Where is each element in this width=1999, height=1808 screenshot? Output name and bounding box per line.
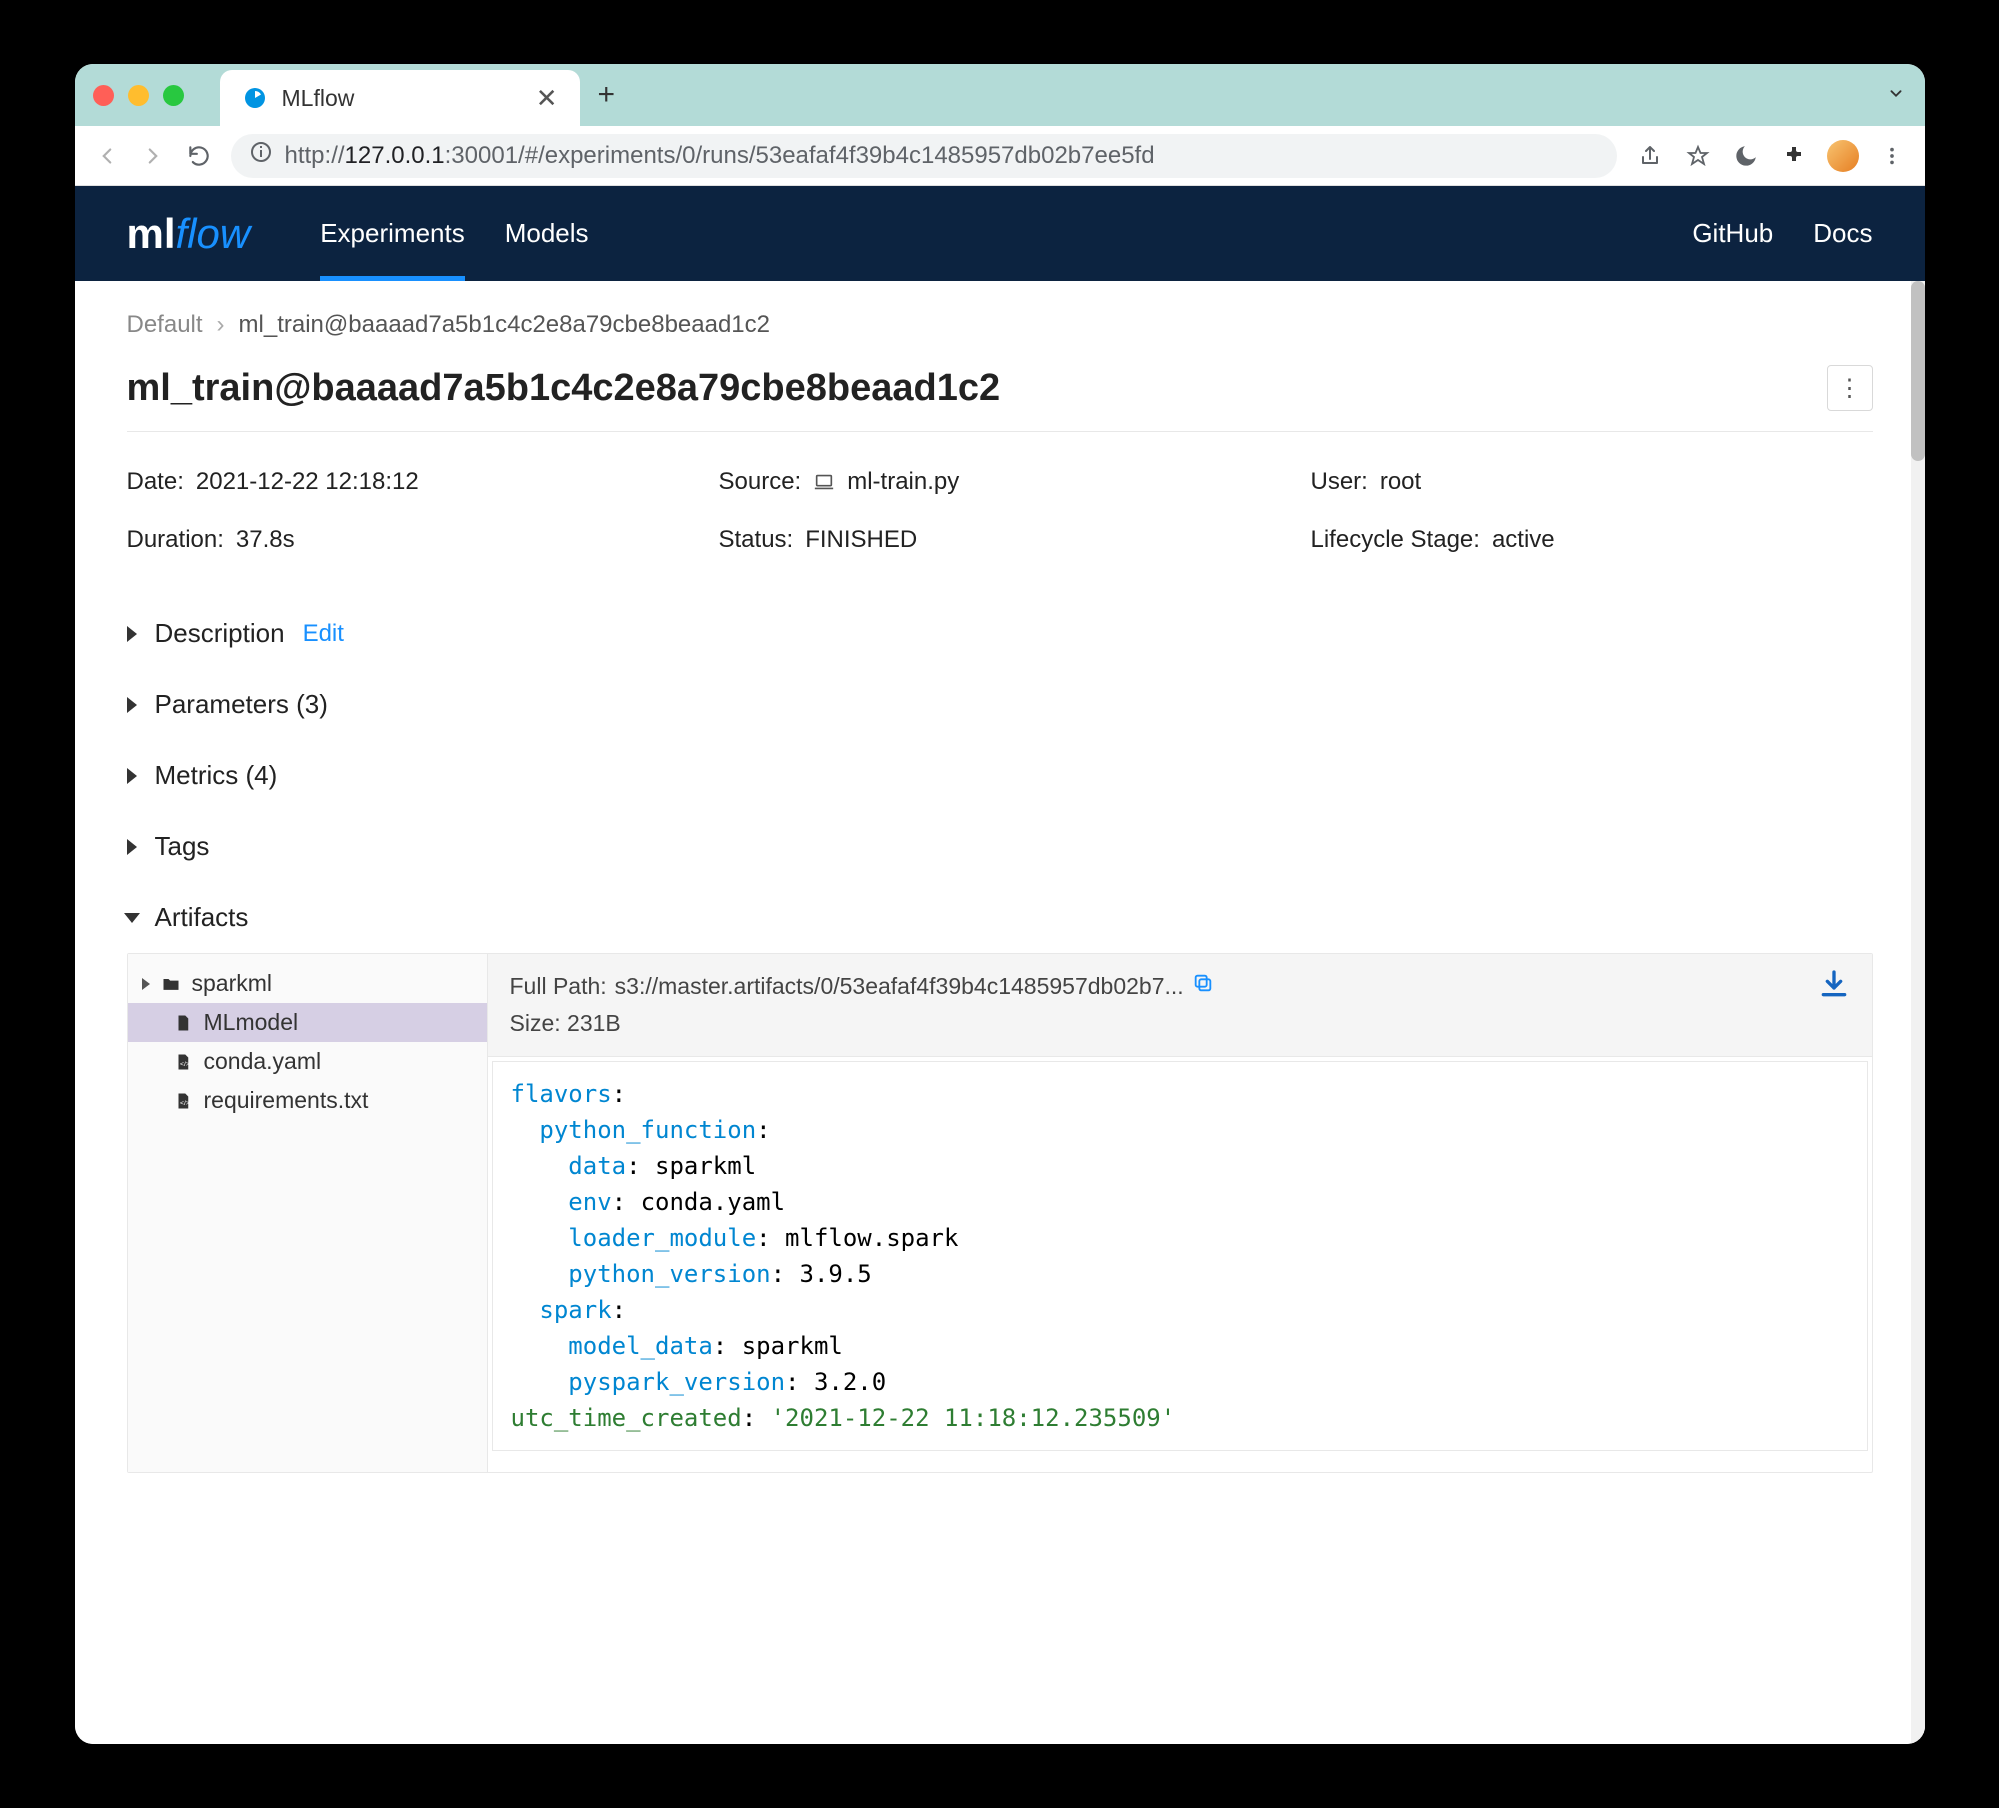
- app-header: mlflow Experiments Models GitHub Docs: [75, 186, 1925, 281]
- caret-right-icon[interactable]: [127, 768, 137, 784]
- svg-text:</>: </>: [180, 1099, 190, 1106]
- bookmark-icon[interactable]: [1683, 141, 1713, 171]
- caret-down-icon[interactable]: [124, 913, 140, 923]
- meta-stage: Lifecycle Stage: active: [1311, 526, 1873, 554]
- share-icon[interactable]: [1635, 141, 1665, 171]
- site-info-icon[interactable]: [249, 140, 273, 171]
- browser-menu-icon[interactable]: [1877, 141, 1907, 171]
- page-content: Default › ml_train@baaaad7a5b1c4c2e8a79c…: [75, 281, 1925, 1744]
- profile-avatar-icon[interactable]: [1827, 140, 1859, 172]
- new-tab-icon[interactable]: +: [598, 78, 616, 112]
- section-description[interactable]: Description Edit: [127, 598, 1873, 669]
- breadcrumb-separator-icon: ›: [217, 311, 225, 339]
- close-tab-icon[interactable]: ✕: [536, 83, 558, 114]
- meta-status: Status: FINISHED: [719, 526, 1281, 554]
- caret-right-icon[interactable]: [142, 978, 150, 990]
- address-input[interactable]: http://127.0.0.1:30001/#/experiments/0/r…: [231, 134, 1617, 178]
- nav-docs[interactable]: Docs: [1813, 218, 1872, 249]
- traffic-lights: [93, 85, 184, 106]
- section-parameters[interactable]: Parameters (3): [127, 669, 1873, 740]
- section-tags[interactable]: Tags: [127, 811, 1873, 882]
- extensions-icon[interactable]: [1779, 141, 1809, 171]
- tree-file-mlmodel[interactable]: MLmodel: [128, 1003, 487, 1042]
- tab-title: MLflow: [282, 85, 522, 112]
- primary-nav: Experiments Models: [320, 186, 588, 281]
- nav-experiments[interactable]: Experiments: [320, 186, 465, 281]
- scrollbar-thumb[interactable]: [1911, 281, 1925, 461]
- title-row: ml_train@baaaad7a5b1c4c2e8a79cbe8beaad1c…: [127, 365, 1873, 432]
- scrollbar[interactable]: [1911, 281, 1925, 1744]
- artifact-header: Full Path:s3://master.artifacts/0/53eafa…: [488, 954, 1872, 1057]
- file-icon: [172, 1012, 194, 1034]
- folder-icon: [160, 973, 182, 995]
- close-window-icon[interactable]: [93, 85, 114, 106]
- tree-file-conda[interactable]: </> conda.yaml: [128, 1042, 487, 1081]
- artifact-content: flavors: python_function: data: sparkml …: [492, 1061, 1868, 1451]
- laptop-icon: [813, 471, 835, 493]
- meta-date: Date: 2021-12-22 12:18:12: [127, 468, 689, 496]
- maximize-window-icon[interactable]: [163, 85, 184, 106]
- secondary-nav: GitHub Docs: [1692, 218, 1872, 249]
- back-icon[interactable]: [93, 142, 121, 170]
- artifacts-panel: sparkml MLmodel </> conda.yaml: [127, 953, 1873, 1473]
- nav-github[interactable]: GitHub: [1692, 218, 1773, 249]
- run-meta: Date: 2021-12-22 12:18:12 Source: ml-tra…: [127, 468, 1873, 554]
- forward-icon[interactable]: [139, 142, 167, 170]
- nav-models[interactable]: Models: [505, 186, 589, 281]
- section-artifacts[interactable]: Artifacts: [127, 882, 1873, 953]
- artifact-tree: sparkml MLmodel </> conda.yaml: [128, 954, 488, 1472]
- meta-source: Source: ml-train.py: [719, 468, 1281, 496]
- mlflow-favicon-icon: [242, 85, 268, 111]
- browser-tab[interactable]: MLflow ✕: [220, 70, 580, 126]
- mlflow-logo[interactable]: mlflow: [127, 210, 251, 258]
- breadcrumb-current: ml_train@baaaad7a5b1c4c2e8a79cbe8beaad1c…: [239, 311, 770, 339]
- dark-mode-icon[interactable]: [1731, 141, 1761, 171]
- section-metrics[interactable]: Metrics (4): [127, 740, 1873, 811]
- svg-text:</>: </>: [180, 1060, 190, 1067]
- caret-right-icon[interactable]: [127, 839, 137, 855]
- breadcrumb: Default › ml_train@baaaad7a5b1c4c2e8a79c…: [127, 311, 1873, 339]
- browser-window: MLflow ✕ + http://127.0.0.1:30001/#/expe…: [75, 64, 1925, 1744]
- code-file-icon: </>: [172, 1090, 194, 1112]
- caret-right-icon[interactable]: [127, 626, 137, 642]
- artifact-detail: Full Path:s3://master.artifacts/0/53eafa…: [488, 954, 1872, 1472]
- meta-duration: Duration: 37.8s: [127, 526, 689, 554]
- url-bar: http://127.0.0.1:30001/#/experiments/0/r…: [75, 126, 1925, 186]
- breadcrumb-root[interactable]: Default: [127, 311, 203, 339]
- edit-description-link[interactable]: Edit: [303, 620, 344, 648]
- reload-icon[interactable]: [185, 142, 213, 170]
- minimize-window-icon[interactable]: [128, 85, 149, 106]
- titlebar: MLflow ✕ +: [75, 64, 1925, 126]
- run-actions-menu[interactable]: ⋮: [1827, 365, 1873, 411]
- tree-folder[interactable]: sparkml: [128, 964, 487, 1003]
- url-text: http://127.0.0.1:30001/#/experiments/0/r…: [285, 142, 1155, 170]
- tabs-dropdown-icon[interactable]: [1885, 82, 1907, 109]
- download-icon[interactable]: [1818, 968, 1850, 1005]
- tree-file-requirements[interactable]: </> requirements.txt: [128, 1081, 487, 1120]
- copy-path-icon[interactable]: [1192, 968, 1214, 1005]
- page-title: ml_train@baaaad7a5b1c4c2e8a79cbe8beaad1c…: [127, 367, 1001, 410]
- code-file-icon: </>: [172, 1051, 194, 1073]
- meta-user: User: root: [1311, 468, 1873, 496]
- caret-right-icon[interactable]: [127, 697, 137, 713]
